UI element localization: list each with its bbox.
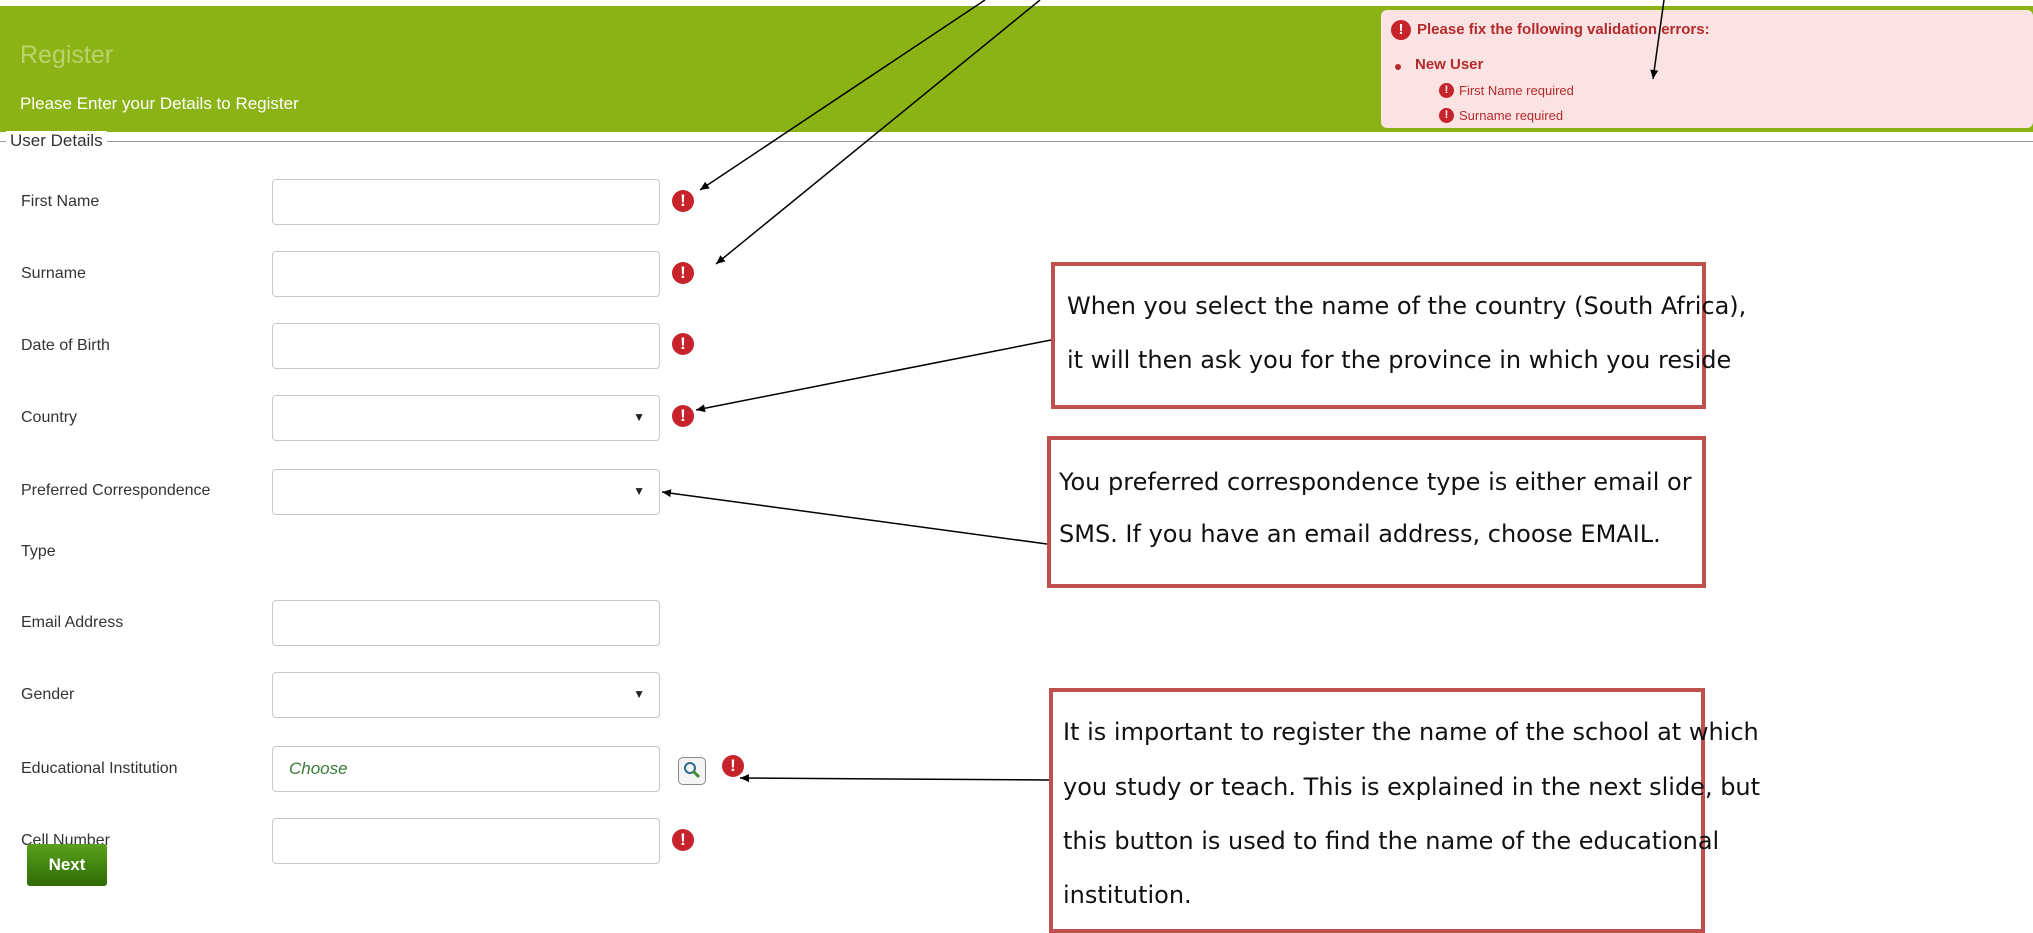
arrow-to-error-list	[1650, 0, 1665, 80]
arrow-to-correspondence	[661, 489, 1048, 545]
arrow-to-surname	[715, 0, 1041, 265]
annotation-arrows	[661, 0, 1665, 783]
arrow-to-country	[695, 339, 1052, 413]
arrow-to-lookup	[739, 774, 1050, 783]
